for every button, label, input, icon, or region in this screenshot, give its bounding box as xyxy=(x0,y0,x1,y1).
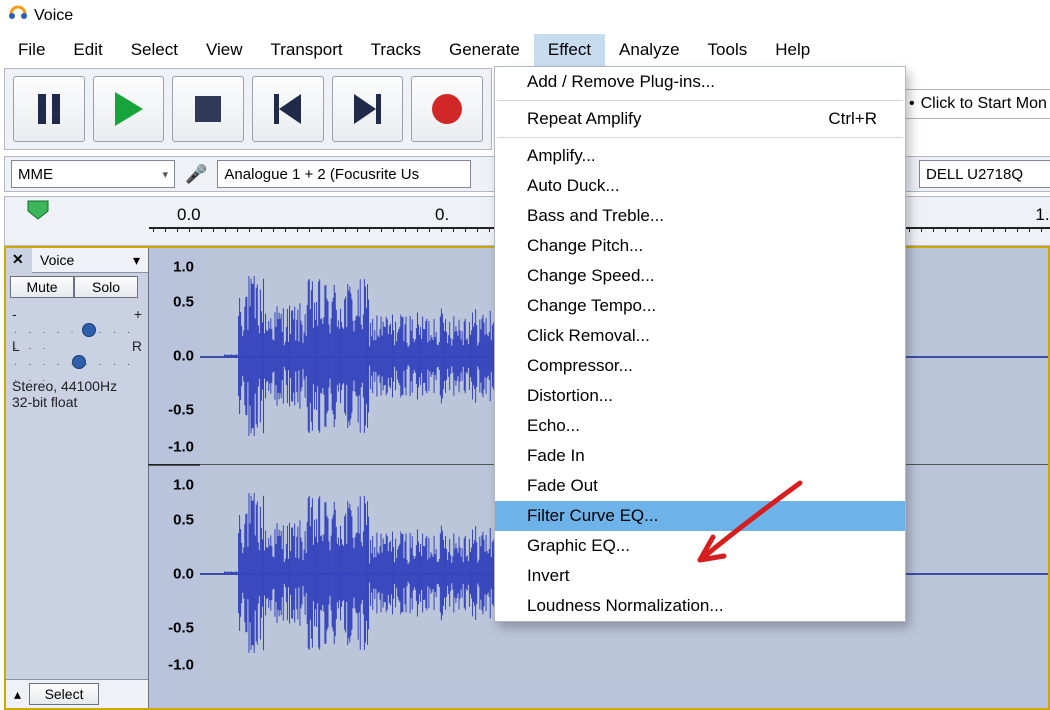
skip-end-icon xyxy=(354,94,381,124)
ruler-label: 1.5 xyxy=(1035,205,1050,225)
pan-slider[interactable]: · · · · · · · · · · · · xyxy=(14,354,140,364)
stop-icon xyxy=(195,96,221,122)
audio-host-combo[interactable]: MME ▾ xyxy=(11,160,175,188)
monitoring-text: Click to Start Mon xyxy=(921,95,1047,113)
menu-file[interactable]: File xyxy=(4,34,59,68)
menubar: FileEditSelectViewTransportTracksGenerat… xyxy=(0,32,1050,70)
skip-start-button[interactable] xyxy=(252,76,324,142)
menu-transport[interactable]: Transport xyxy=(257,34,357,68)
scale-label: -1.0 xyxy=(168,438,194,455)
effect-item-repeat-amplify[interactable]: Repeat AmplifyCtrl+R xyxy=(495,104,905,134)
effect-item-distortion[interactable]: Distortion... xyxy=(495,381,905,411)
scale-label: 1.0 xyxy=(173,259,194,276)
playback-device-combo[interactable]: DELL U2718Q xyxy=(919,160,1050,188)
pan-right-label: R xyxy=(132,338,142,354)
menu-tracks[interactable]: Tracks xyxy=(357,34,435,68)
menu-analyze[interactable]: Analyze xyxy=(605,34,693,68)
microphone-icon: 🎤 xyxy=(185,164,207,185)
effect-item-click-removal[interactable]: Click Removal... xyxy=(495,321,905,351)
scale-label: 0.5 xyxy=(173,512,194,529)
recording-device-value: Analogue 1 + 2 (Focusrite Us xyxy=(224,166,419,183)
play-icon xyxy=(115,92,143,126)
scale-label: 0.0 xyxy=(173,348,194,365)
playback-device-value: DELL U2718Q xyxy=(926,166,1023,183)
effect-item-amplify[interactable]: Amplify... xyxy=(495,141,905,171)
effect-item-change-pitch[interactable]: Change Pitch... xyxy=(495,231,905,261)
effect-item-bass-and-treble[interactable]: Bass and Treble... xyxy=(495,201,905,231)
track-name-label: Voice xyxy=(40,252,74,268)
gain-minus-label: - xyxy=(12,306,17,322)
menu-help[interactable]: Help xyxy=(761,34,824,68)
gain-plus-label: + xyxy=(134,306,142,322)
window-title: Voice xyxy=(34,7,73,25)
effect-menu: Add / Remove Plug-ins... Repeat AmplifyCt… xyxy=(494,66,906,622)
effect-item-change-speed[interactable]: Change Speed... xyxy=(495,261,905,291)
bullet-icon: • xyxy=(909,95,915,113)
effect-item-invert[interactable]: Invert xyxy=(495,561,905,591)
chevron-down-icon: ▾ xyxy=(133,252,140,269)
title-bar: Voice xyxy=(0,0,1050,32)
scale-label: -1.0 xyxy=(168,656,194,673)
effect-item-fade-out[interactable]: Fade Out xyxy=(495,471,905,501)
monitoring-label[interactable]: • Click to Start Mon xyxy=(902,89,1050,119)
effect-item-auto-duck[interactable]: Auto Duck... xyxy=(495,171,905,201)
track-header: ✕ Voice ▾ Mute Solo - + · · · · · · · · … xyxy=(6,248,149,708)
scale-label: -0.5 xyxy=(168,620,194,637)
effect-item-filter-curve-eq[interactable]: Filter Curve EQ... xyxy=(495,501,905,531)
effect-item-add-remove-plug-ins[interactable]: Add / Remove Plug-ins... xyxy=(495,67,905,97)
scale-label: -0.5 xyxy=(168,402,194,419)
playhead-icon[interactable] xyxy=(25,199,51,225)
scale-label: 1.0 xyxy=(173,477,194,494)
skip-end-button[interactable] xyxy=(332,76,404,142)
menu-edit[interactable]: Edit xyxy=(59,34,116,68)
effect-item-graphic-eq[interactable]: Graphic EQ... xyxy=(495,531,905,561)
gain-slider[interactable]: · · · · · · · · · · · · xyxy=(14,322,140,332)
audio-host-value: MME xyxy=(18,166,53,183)
pause-button[interactable] xyxy=(13,76,85,142)
skip-start-icon xyxy=(274,94,301,124)
menu-view[interactable]: View xyxy=(192,34,257,68)
close-track-button[interactable]: ✕ xyxy=(12,251,24,268)
menu-select[interactable]: Select xyxy=(117,34,192,68)
app-logo-icon xyxy=(8,4,28,29)
track-name-dropdown[interactable]: Voice ▾ xyxy=(32,248,148,273)
effect-item-echo[interactable]: Echo... xyxy=(495,411,905,441)
scale-label: 0.5 xyxy=(173,294,194,311)
transport-toolbar xyxy=(4,68,492,150)
chevron-down-icon: ▾ xyxy=(162,168,168,181)
menu-generate[interactable]: Generate xyxy=(435,34,534,68)
effect-item-fade-in[interactable]: Fade In xyxy=(495,441,905,471)
pause-icon xyxy=(38,94,60,124)
amplitude-scale: 1.0 0.5 0.0 -0.5 -1.0 1.0 0.5 0.0 -0.5 -1.0 xyxy=(148,248,201,680)
effect-item-change-tempo[interactable]: Change Tempo... xyxy=(495,291,905,321)
record-icon xyxy=(432,94,462,124)
collapse-caret-icon[interactable]: ▴ xyxy=(14,686,21,703)
scale-label: 0.0 xyxy=(173,566,194,583)
solo-button[interactable]: Solo xyxy=(74,276,138,298)
play-button[interactable] xyxy=(93,76,165,142)
stop-button[interactable] xyxy=(172,76,244,142)
track-sliders: - + · · · · · · · · · · · · L R · · · · … xyxy=(12,306,142,370)
track-format-info: Stereo, 44100Hz 32-bit float xyxy=(12,378,142,410)
effect-item-compressor[interactable]: Compressor... xyxy=(495,351,905,381)
ruler-label: 0.0 xyxy=(177,205,201,225)
menu-effect[interactable]: Effect xyxy=(534,34,605,68)
ruler-label: 0. xyxy=(435,205,449,225)
effect-item-loudness-normalization[interactable]: Loudness Normalization... xyxy=(495,591,905,621)
track-select-button[interactable]: Select xyxy=(29,683,99,705)
menu-tools[interactable]: Tools xyxy=(694,34,762,68)
mute-button[interactable]: Mute xyxy=(10,276,74,298)
record-button[interactable] xyxy=(411,76,483,142)
recording-device-combo[interactable]: Analogue 1 + 2 (Focusrite Us xyxy=(217,160,471,188)
